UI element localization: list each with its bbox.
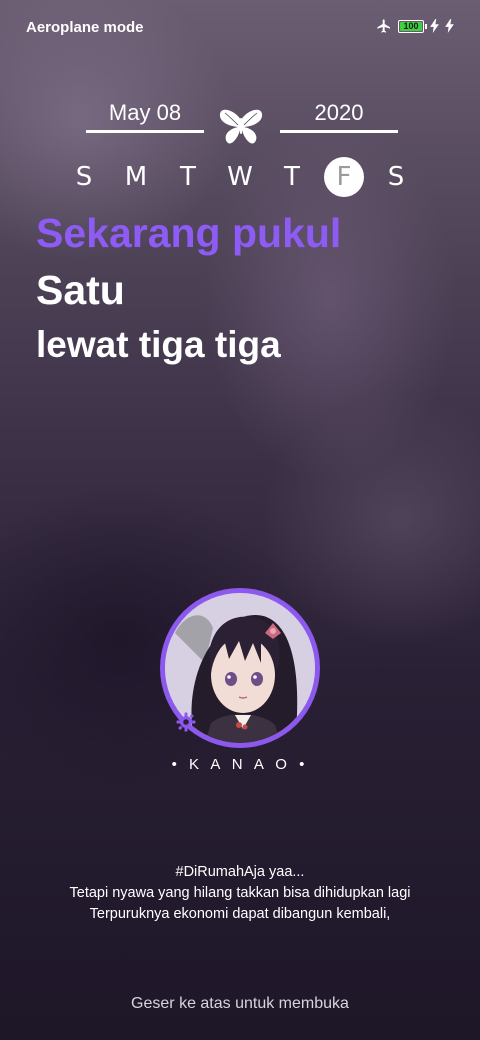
status-bar: Aeroplane mode 100 [0,0,480,56]
weekday-4: T [270,158,314,196]
gear-icon [176,712,196,732]
bolt-icon [445,19,454,33]
week-row: SMTWTFS [62,157,418,197]
time-line-hour: Satu [36,267,125,313]
lock-screen[interactable]: Aeroplane mode 100 May 08 2020 S M T W T… [0,0,480,1040]
weekday-6: S [374,158,418,196]
weekday-5: F [322,157,366,197]
date-year: 2020 [314,100,364,125]
weekday-1: M [114,158,158,196]
quote-line-1: #DiRumahAja yaa... [175,864,305,880]
time-line-prefix: Sekarang pukul [36,210,342,256]
time-line-minutes: lewat tiga tiga [36,324,281,365]
quote-line-2: Tetapi nyawa yang hilang takkan bisa dih… [69,885,411,901]
weekday-label: W [227,162,253,192]
weekday-label: S [75,162,93,192]
profile-name: • K A N A O • [171,756,309,773]
battery-icon: 100 [398,19,427,33]
weekday-0: S [62,158,106,196]
battery-level: 100 [403,20,419,31]
weekday-2: T [166,158,210,196]
date-day-month: May 08 [108,100,182,125]
time-text: Sekarang pukul Satu lewat tiga tiga [36,208,456,370]
quote-text: #DiRumahAja yaa... Tetapi nyawa yang hil… [0,862,480,925]
weekday-label: M [124,162,148,192]
date-divider-left [86,130,204,133]
unlock-hint[interactable]: Geser ke atas untuk membuka [0,995,480,1013]
weekday-3: W [218,158,262,196]
status-icons: 100 [376,18,454,34]
weekday-label: S [387,162,405,192]
weekday-label: F [324,157,364,197]
date-divider-right [280,130,398,133]
weekday-label: T [284,162,300,192]
status-mode-label: Aeroplane mode [26,19,144,36]
butterfly-icon [219,109,263,144]
weekday-label: T [180,162,196,192]
quote-line-3: Terpuruknya ekonomi dapat dibangun kemba… [89,906,391,922]
airplane-icon [377,19,390,33]
bolt-icon [430,19,439,33]
